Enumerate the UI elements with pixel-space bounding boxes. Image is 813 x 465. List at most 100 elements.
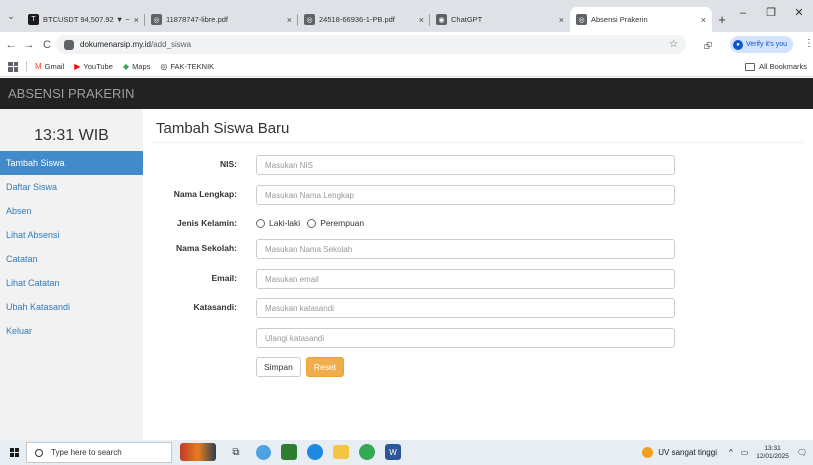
close-tab-icon[interactable]: × <box>419 15 424 25</box>
apps-grid-icon[interactable] <box>8 61 18 72</box>
tab-title: BTCUSDT 94,507.92 ▼ −0.1% <box>43 15 130 24</box>
gender-option-male[interactable]: Laki-laki <box>256 218 300 228</box>
tray-chevron-icon[interactable]: ^ <box>729 448 733 457</box>
bookmark-label: Gmail <box>44 62 65 71</box>
sidebar-item-absen[interactable]: Absen <box>0 199 143 223</box>
main-content: Tambah Siswa Baru NIS: Nama Lengkap: Jen… <box>143 109 813 440</box>
bookmark-gmail[interactable]: M Gmail <box>35 62 64 71</box>
browser-tab[interactable]: ◉ ChatGPT × <box>430 7 570 32</box>
extensions-icon[interactable]: ⮺ <box>704 39 712 56</box>
tab-search-icon[interactable]: ⌄ <box>0 0 22 32</box>
taskbar-search[interactable]: Type here to search <box>26 442 172 463</box>
nama-sekolah-input[interactable] <box>256 239 675 259</box>
weather-text: UV sangat tinggi <box>658 448 717 457</box>
file-explorer-icon[interactable] <box>333 445 349 459</box>
sidebar-menu: Tambah Siswa Daftar Siswa Absen Lihat Ab… <box>0 151 143 343</box>
site-info-icon[interactable] <box>64 39 74 50</box>
chatgpt-icon: ◉ <box>436 14 447 25</box>
nis-input[interactable] <box>256 155 675 175</box>
taskbar-clock[interactable]: 13:31 12/01/2025 <box>756 445 789 461</box>
email-input[interactable] <box>256 269 675 289</box>
tab-title: 24518-66936-1-PB.pdf <box>319 15 395 24</box>
notifications-icon[interactable]: 🗨 <box>797 448 807 457</box>
bookmark-fak-teknik[interactable]: ◎ FAK-TEKNIK <box>160 62 214 71</box>
page-title: Tambah Siswa Baru <box>156 120 290 137</box>
tab-title: 11878747-libre.pdf <box>166 15 228 24</box>
radio-label: Laki-laki <box>269 218 301 228</box>
edge-icon[interactable] <box>307 444 323 460</box>
close-tab-icon[interactable]: × <box>287 15 292 25</box>
sidebar-item-lihat-catatan[interactable]: Lihat Catatan <box>0 271 143 295</box>
all-bookmarks[interactable]: All Bookmarks <box>745 62 807 71</box>
taskbar-time: 13:31 <box>764 444 781 452</box>
nis-label: NIS: <box>220 159 237 169</box>
form-actions: Simpan Reset <box>256 357 349 377</box>
youtube-icon: ▶ <box>74 62 81 71</box>
bookmark-youtube[interactable]: ▶ YouTube <box>74 62 113 71</box>
close-window-icon[interactable]: ✕ <box>785 6 813 19</box>
ulangi-katasandi-input[interactable] <box>256 328 675 348</box>
address-bar: ← → C dokumenarsip.my.id/add_siswa ☆ ⮺ ●… <box>0 32 813 57</box>
close-tab-icon[interactable]: × <box>134 15 139 25</box>
app-brand[interactable]: ABSENSI PRAKERIN <box>8 86 134 101</box>
simpan-button[interactable]: Simpan <box>256 357 301 377</box>
sun-icon <box>642 447 654 458</box>
profile-label: Verify it's you <box>746 41 788 48</box>
gender-option-female[interactable]: Perempuan <box>307 218 364 228</box>
browser-menu-icon[interactable]: ⋮ <box>804 38 813 49</box>
browser-tab-strip: ⌄ T BTCUSDT 94,507.92 ▼ −0.1% × ◎ 118787… <box>0 0 813 32</box>
excel-like-icon[interactable] <box>281 444 297 460</box>
radio-perempuan[interactable] <box>307 218 317 228</box>
globe-icon: ◎ <box>304 14 315 25</box>
taskbar: Type here to search ⧉ W UV sangat tinggi… <box>0 440 813 465</box>
word-icon[interactable]: W <box>385 444 401 460</box>
reload-icon[interactable]: C <box>38 39 56 51</box>
nama-lengkap-input[interactable] <box>256 185 675 205</box>
form-row-katasandi: Katasandi: <box>143 298 813 318</box>
windows-start-icon[interactable] <box>10 448 19 457</box>
maximize-icon[interactable]: ❐ <box>757 6 785 19</box>
sidebar-item-keluar[interactable]: Keluar <box>0 319 143 343</box>
back-icon[interactable]: ← <box>2 39 20 51</box>
window-controls: – ❐ ✕ <box>729 0 813 25</box>
news-widget-icon[interactable] <box>180 443 216 461</box>
battery-icon[interactable]: ▭ <box>741 448 749 457</box>
bookmark-label: YouTube <box>83 62 113 71</box>
sidebar: 13:31 WIB Tambah Siswa Daftar Siswa Abse… <box>0 109 143 440</box>
sidebar-item-ubah-katasandi[interactable]: Ubah Katasandi <box>0 295 143 319</box>
url-field[interactable]: dokumenarsip.my.id/add_siswa ☆ <box>56 35 686 54</box>
bookmark-maps[interactable]: ◆ Maps <box>123 62 151 71</box>
all-bookmarks-label: All Bookmarks <box>759 62 807 71</box>
system-tray: UV sangat tinggi ^ ▭ 13:31 12/01/2025 🗨 <box>642 440 807 465</box>
forward-icon[interactable]: → <box>20 39 38 51</box>
reset-button[interactable]: Reset <box>305 357 345 377</box>
bookmark-star-icon[interactable]: ☆ <box>669 39 678 50</box>
form-row-nis: NIS: <box>143 155 813 175</box>
chrome-icon[interactable] <box>359 444 375 460</box>
task-view-icon[interactable]: ⧉ <box>226 443 246 461</box>
app-icon[interactable] <box>256 444 271 460</box>
close-tab-icon[interactable]: × <box>559 15 564 25</box>
sidebar-item-daftar-siswa[interactable]: Daftar Siswa <box>0 175 143 199</box>
bookmark-label: FAK-TEKNIK <box>170 62 215 71</box>
katasandi-input[interactable] <box>256 298 675 318</box>
form-row-sekolah: Nama Sekolah: <box>143 239 813 259</box>
radio-laki-laki[interactable] <box>256 218 265 228</box>
katasandi-label: Katasandi: <box>193 302 237 312</box>
globe-icon: ◎ <box>576 14 587 25</box>
clock: 13:31 WIB <box>34 127 109 144</box>
minimize-icon[interactable]: – <box>729 7 757 19</box>
close-tab-icon[interactable]: × <box>701 15 706 25</box>
browser-tab-active[interactable]: ◎ Absensi Prakerin × <box>570 7 712 32</box>
sidebar-item-tambah-siswa[interactable]: Tambah Siswa <box>0 151 143 175</box>
browser-tab[interactable]: ◎ 11878747-libre.pdf × <box>145 7 298 32</box>
sidebar-item-catatan[interactable]: Catatan <box>0 247 143 271</box>
taskbar-date: 12/01/2025 <box>756 452 789 460</box>
profile-button[interactable]: ● Verify it's you <box>730 36 794 53</box>
weather-widget[interactable]: UV sangat tinggi <box>642 447 717 458</box>
taskbar-search-placeholder: Type here to search <box>51 448 122 457</box>
browser-tab[interactable]: ◎ 24518-66936-1-PB.pdf × <box>298 7 430 32</box>
url-text: dokumenarsip.my.id/add_siswa <box>80 40 191 49</box>
browser-tab[interactable]: T BTCUSDT 94,507.92 ▼ −0.1% × <box>22 7 145 32</box>
sidebar-item-lihat-absensi[interactable]: Lihat Absensi <box>0 223 143 247</box>
